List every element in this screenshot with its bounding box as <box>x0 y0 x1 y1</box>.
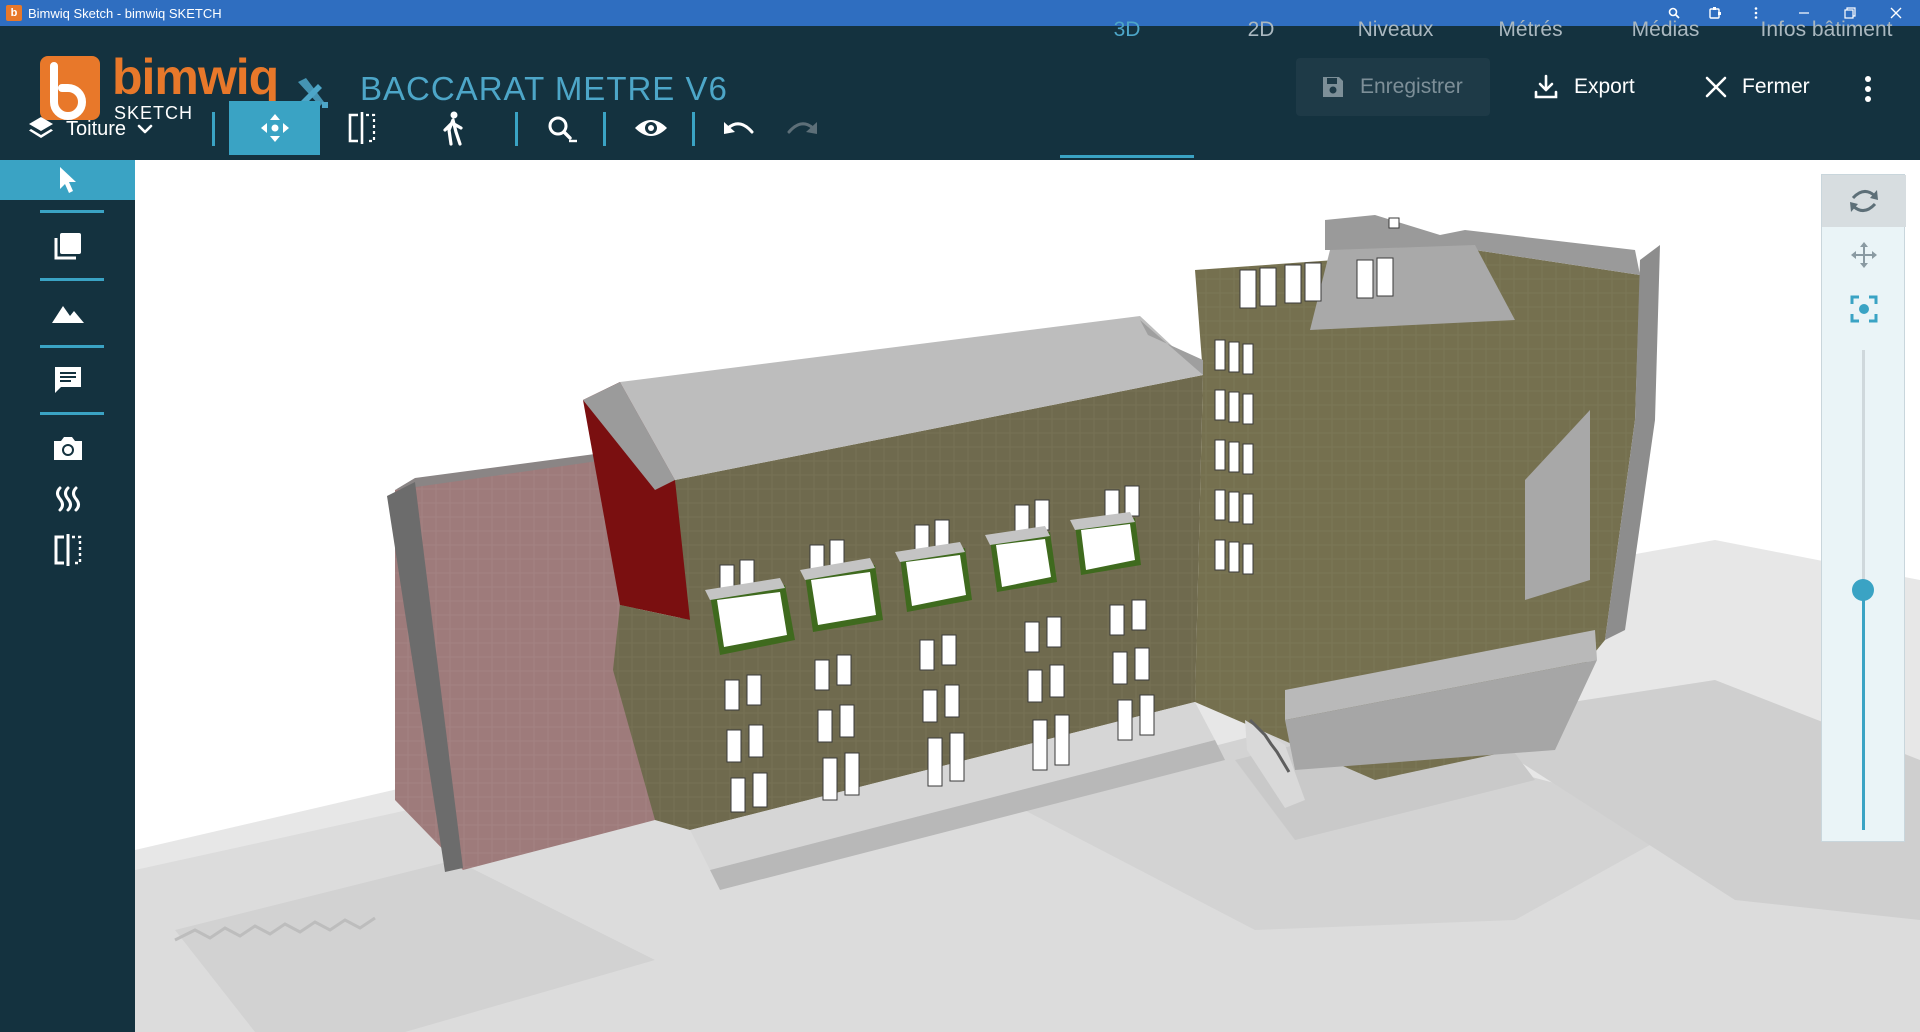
save-button[interactable]: Enregistrer <box>1296 58 1490 116</box>
camera-icon <box>53 437 82 460</box>
visibility-icon <box>635 120 667 136</box>
layers-panel-button[interactable] <box>0 226 135 266</box>
toolbar-separator <box>212 112 215 146</box>
navigation-panel <box>1821 174 1906 842</box>
fit-view-icon <box>1850 295 1878 323</box>
sidebar-separator <box>40 278 104 281</box>
cursor-icon <box>59 167 76 193</box>
pan-icon <box>1851 242 1877 268</box>
visibility-button[interactable] <box>622 100 680 156</box>
move-tool-icon <box>260 114 289 142</box>
tab-3d[interactable]: 3D <box>1060 0 1194 60</box>
tab-niveaux[interactable]: Niveaux <box>1328 0 1463 60</box>
tab-2d[interactable]: 2D <box>1194 0 1328 60</box>
app-icon: b <box>6 5 22 21</box>
layer-selector-label: Toiture <box>66 117 127 140</box>
move-tool-button[interactable] <box>229 101 320 155</box>
3d-viewport[interactable] <box>135 160 1920 1032</box>
camera-button[interactable] <box>0 428 135 468</box>
layers-copy-icon <box>54 233 81 260</box>
save-icon <box>1323 77 1343 97</box>
app-window: b Bimwiq Sketch - bimwiq SKETCH bimwiq S… <box>0 0 1920 1032</box>
undo-icon <box>724 122 754 134</box>
toolbar-separator <box>603 112 606 146</box>
tab-infos-batiment[interactable]: Infos bâtiment <box>1733 0 1920 60</box>
terrain-icon <box>51 306 84 323</box>
orbit-button[interactable] <box>1822 175 1906 227</box>
active-tab-indicator <box>1060 155 1194 158</box>
pan-button[interactable] <box>1822 229 1906 281</box>
zoom-slider-upper <box>1862 350 1865 590</box>
measure-zoom-button[interactable] <box>533 100 591 156</box>
export-button[interactable]: Export <box>1508 58 1659 116</box>
section-view-button[interactable] <box>0 530 135 570</box>
bimwiq-logo <box>40 56 100 120</box>
download-icon <box>1534 74 1558 99</box>
toolbar-separator <box>692 112 695 146</box>
heating-button[interactable] <box>0 479 135 519</box>
logo-word: bimwiq <box>112 49 279 105</box>
export-label: Export <box>1574 75 1635 98</box>
window-title: Bimwiq Sketch - bimwiq SKETCH <box>28 5 222 21</box>
select-tool-button[interactable] <box>0 160 135 200</box>
comment-icon <box>54 367 81 393</box>
building-3d-model[interactable] <box>135 160 1920 1032</box>
layers-icon <box>29 117 53 138</box>
terrain-button[interactable] <box>0 293 135 333</box>
section-icon <box>54 534 81 566</box>
sidebar-separator <box>40 345 104 348</box>
zoom-slider-thumb[interactable] <box>1852 579 1874 601</box>
close-project-button[interactable]: Fermer <box>1680 58 1834 116</box>
section-tool-icon <box>348 112 376 144</box>
more-menu-icon[interactable] <box>1858 72 1878 106</box>
orbit-icon <box>1850 190 1878 212</box>
walk-tool-icon <box>443 111 463 146</box>
left-sidebar <box>0 160 135 1032</box>
save-label: Enregistrer <box>1360 75 1463 98</box>
section-tool-button[interactable] <box>333 100 391 156</box>
comments-button[interactable] <box>0 360 135 400</box>
fit-view-button[interactable] <box>1822 283 1906 335</box>
sidebar-separator <box>40 210 104 213</box>
close-label: Fermer <box>1742 75 1810 98</box>
undo-button[interactable] <box>710 100 768 156</box>
tab-metres[interactable]: Métrés <box>1463 0 1598 60</box>
heat-icon <box>55 486 80 512</box>
walk-tool-button[interactable] <box>424 100 482 156</box>
layer-selector[interactable]: Toiture <box>26 112 154 146</box>
measure-zoom-icon <box>548 116 577 143</box>
chevron-down-icon <box>137 124 153 134</box>
sidebar-separator <box>40 412 104 415</box>
redo-button[interactable] <box>773 100 831 156</box>
close-x-icon <box>1705 76 1727 98</box>
toolbar-separator <box>515 112 518 146</box>
redo-icon <box>787 122 817 134</box>
tab-medias[interactable]: Médias <box>1598 0 1733 60</box>
